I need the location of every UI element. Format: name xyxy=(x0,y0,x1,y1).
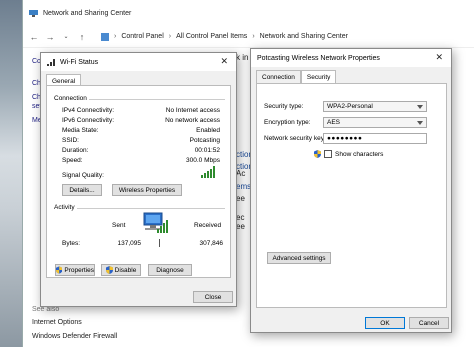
wireless-properties-button[interactable]: Wireless Properties xyxy=(112,184,182,196)
signal-bars-icon xyxy=(201,166,215,178)
received-label: Received xyxy=(194,222,222,229)
divider xyxy=(159,239,160,247)
internet-options-link[interactable]: Internet Options xyxy=(32,319,82,326)
media-state-value: Enabled xyxy=(196,127,220,134)
bytes-sent-value: 137,095 xyxy=(117,240,142,247)
wireless-properties-label: Wireless Properties xyxy=(118,186,176,194)
bytes-label: Bytes: xyxy=(62,240,81,247)
text-fragment: ee xyxy=(236,222,245,231)
wireless-properties-dialog: Potcasting Wireless Network Properties ✕… xyxy=(250,48,452,333)
windows-firewall-link[interactable]: Windows Defender Firewall xyxy=(32,333,117,340)
speed-value: 300.0 Mbps xyxy=(186,157,220,164)
general-panel: Connection IPv4 Connectivity: No Interne… xyxy=(46,85,231,278)
wireless-properties-tabs: Connection Security xyxy=(251,70,451,84)
wifi-status-dialog: Wi-Fi Status ✕ General Connection IPv4 C… xyxy=(40,52,237,307)
speed-label: Speed: xyxy=(62,157,83,164)
explorer-title: Network and Sharing Center xyxy=(43,9,132,17)
properties-label: Properties xyxy=(64,266,94,274)
network-icon xyxy=(29,10,38,17)
control-panel-icon xyxy=(101,32,109,41)
media-state-label: Media State: xyxy=(62,127,99,134)
wifi-signal-icon xyxy=(47,59,55,66)
ipv4-value: No Internet access xyxy=(165,107,220,114)
security-type-select[interactable]: WPA2-Personal xyxy=(323,101,427,112)
text-fragment: Ac xyxy=(236,169,246,178)
ipv6-label: IPv6 Connectivity: xyxy=(62,117,115,124)
show-characters-label[interactable]: Show characters xyxy=(335,151,383,158)
divider xyxy=(89,99,225,100)
up-arrow-icon[interactable]: ↑ xyxy=(77,32,87,42)
ipv6-value: No network access xyxy=(165,117,220,124)
diagnose-button[interactable]: Diagnose xyxy=(148,264,192,276)
breadcrumb-all-items[interactable]: All Control Panel Items xyxy=(176,33,247,40)
wireless-properties-titlebar: Potcasting Wireless Network Properties ✕ xyxy=(251,49,451,67)
address-bar[interactable]: ← → ⌄ ↑ › Control Panel › All Control Pa… xyxy=(23,26,474,48)
divider xyxy=(77,208,225,209)
back-arrow-icon[interactable]: ← xyxy=(29,32,39,42)
close-icon[interactable]: ✕ xyxy=(220,56,228,67)
disable-button[interactable]: Disable xyxy=(101,264,141,276)
disable-label: Disable xyxy=(114,266,137,274)
close-icon[interactable]: ✕ xyxy=(435,52,443,63)
uac-shield-icon xyxy=(314,150,321,158)
text-fragment: ee xyxy=(236,194,245,203)
network-key-label: Network security key xyxy=(264,135,324,142)
wireless-properties-title: Potcasting Wireless Network Properties xyxy=(257,54,380,62)
show-characters-checkbox[interactable] xyxy=(324,150,332,158)
text-fragment: ec xyxy=(236,213,245,222)
ok-button-label: OK xyxy=(380,319,390,327)
cancel-button[interactable]: Cancel xyxy=(409,317,449,329)
link-fragment[interactable]: ems xyxy=(236,182,251,191)
advanced-settings-button[interactable]: Advanced settings xyxy=(267,252,331,264)
encryption-type-select[interactable]: AES xyxy=(323,117,427,128)
breadcrumb-control-panel[interactable]: Control Panel xyxy=(121,33,163,40)
breadcrumb-network-sharing[interactable]: Network and Sharing Center xyxy=(260,33,348,40)
signal-quality-label: Signal Quality: xyxy=(62,172,104,179)
ok-button[interactable]: OK xyxy=(365,317,405,329)
chevron-down-icon[interactable]: ⌄ xyxy=(61,33,71,40)
diagnose-label: Diagnose xyxy=(156,266,184,274)
see-also-heading: See also xyxy=(32,306,60,313)
cancel-button-label: Cancel xyxy=(418,319,440,327)
text-fragment: k in xyxy=(236,53,249,62)
security-type-value: WPA2-Personal xyxy=(327,103,373,110)
duration-value: 00:01:52 xyxy=(194,147,220,154)
network-key-input[interactable]: ●●●●●●●● xyxy=(323,133,427,144)
forward-arrow-icon[interactable]: → xyxy=(45,32,55,42)
sent-label: Sent xyxy=(112,222,126,229)
breadcrumb[interactable]: › Control Panel › All Control Panel Item… xyxy=(101,32,348,41)
ssid-label: SSID: xyxy=(62,137,79,144)
network-key-value: ●●●●●●●● xyxy=(327,135,363,142)
wifi-status-title: Wi-Fi Status xyxy=(60,58,99,66)
properties-button[interactable]: Properties xyxy=(55,264,95,276)
advanced-settings-label: Advanced settings xyxy=(272,254,326,262)
ipv4-label: IPv4 Connectivity: xyxy=(62,107,115,114)
encryption-type-value: AES xyxy=(327,119,341,126)
uac-shield-icon xyxy=(56,266,63,274)
connection-heading: Connection xyxy=(54,95,87,102)
duration-label: Duration: xyxy=(62,147,89,154)
tab-connection[interactable]: Connection xyxy=(256,70,301,84)
activity-heading: Activity xyxy=(54,204,75,211)
wifi-status-titlebar: Wi-Fi Status ✕ xyxy=(41,53,236,71)
uac-shield-icon xyxy=(105,266,113,274)
computer-network-icon xyxy=(143,212,168,233)
details-button-label: Details... xyxy=(69,186,95,194)
ssid-value: Potcasting xyxy=(189,137,220,144)
tab-security[interactable]: Security xyxy=(300,70,337,84)
close-button-label: Close xyxy=(204,293,222,301)
close-button[interactable]: Close xyxy=(193,291,233,303)
security-type-label: Security type: xyxy=(264,103,304,110)
details-button[interactable]: Details... xyxy=(62,184,102,196)
encryption-type-label: Encryption type: xyxy=(264,119,311,126)
security-panel: Security type: WPA2-Personal Encryption … xyxy=(256,83,447,308)
explorer-titlebar: Network and Sharing Center xyxy=(23,0,474,26)
bytes-received-value: 307,846 xyxy=(199,240,224,247)
